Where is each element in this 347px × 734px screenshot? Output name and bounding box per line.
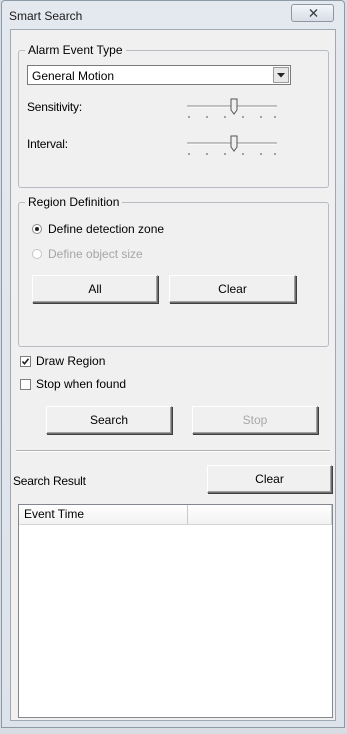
interval-slider[interactable] [185, 135, 279, 155]
region-definition-group: Region Definition Define detection zone … [18, 195, 329, 347]
dialog-client-area: Alarm Event Type General Motion Sensitiv… [10, 29, 336, 721]
sensitivity-label: Sensitivity: [27, 100, 82, 114]
smart-search-window: Smart Search Alarm Event Type General Mo… [1, 0, 345, 728]
dropdown-arrow-button[interactable] [273, 67, 289, 83]
list-header: Event Time [19, 505, 332, 525]
radio-label: Define object size [48, 247, 143, 261]
event-type-value: General Motion [32, 69, 115, 83]
checkbox-label: Draw Region [36, 354, 106, 368]
radio-indicator [32, 224, 42, 234]
interval-label: Interval: [27, 137, 68, 151]
checkmark-icon [21, 358, 30, 366]
section-divider [16, 450, 330, 452]
search-result-list[interactable]: Event Time [18, 504, 333, 718]
search-button[interactable]: Search [46, 406, 172, 434]
region-clear-button[interactable]: Clear [169, 275, 296, 303]
all-button[interactable]: All [32, 275, 158, 303]
radio-label: Define detection zone [48, 222, 165, 236]
radio-indicator [32, 249, 42, 259]
checkbox-label: Stop when found [36, 377, 127, 391]
event-type-dropdown[interactable]: General Motion [27, 65, 291, 85]
chevron-down-icon [277, 73, 285, 78]
alarm-event-type-title: Alarm Event Type [25, 43, 126, 57]
checkbox-indicator [20, 379, 31, 390]
title-bar[interactable]: Smart Search [2, 1, 344, 29]
results-clear-button[interactable]: Clear [207, 465, 332, 493]
close-button[interactable] [291, 4, 334, 22]
checkbox-indicator [20, 356, 31, 367]
column-header-blank[interactable] [188, 505, 332, 524]
region-definition-title: Region Definition [25, 195, 123, 209]
column-header-event-time[interactable]: Event Time [19, 505, 188, 524]
window-title: Smart Search [9, 9, 83, 23]
search-result-label: Search Result [13, 474, 86, 488]
stop-button: Stop [192, 406, 318, 434]
sensitivity-slider[interactable] [185, 98, 279, 118]
alarm-event-type-group: Alarm Event Type General Motion Sensitiv… [18, 43, 329, 188]
close-icon [309, 9, 318, 17]
